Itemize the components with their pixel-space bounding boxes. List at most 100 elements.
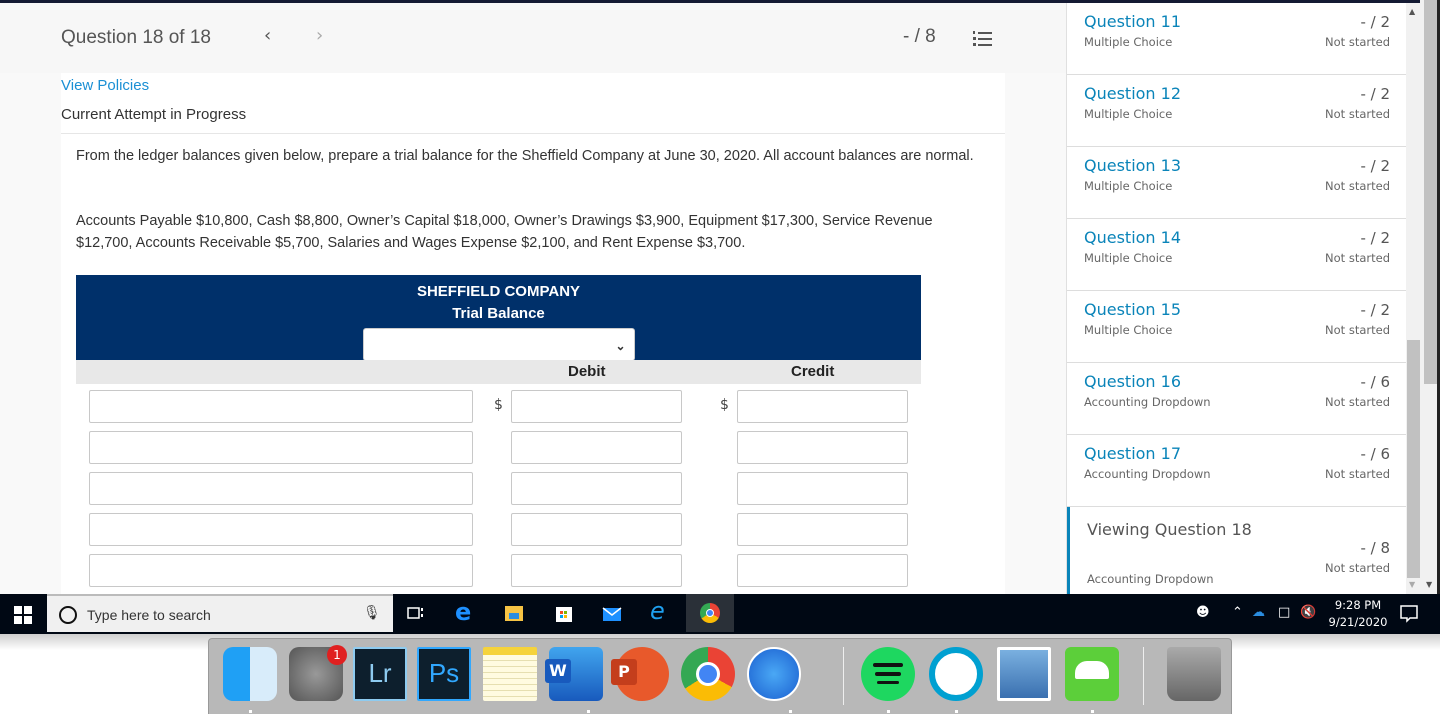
question-list-item[interactable]: Question 13 Multiple Choice - / 2 Not st… [1067,147,1406,219]
previous-question-button[interactable]: ‹ [264,25,271,46]
account-title-input[interactable] [89,431,473,464]
powerpoint-icon[interactable]: P [611,647,669,701]
trash-icon[interactable] [1167,647,1221,701]
question-list-item[interactable]: Question 15 Multiple Choice - / 2 Not st… [1067,291,1406,363]
windows-taskbar: Type here to search 🎙 e e ☻ ⌃ ☁ □ 🔇 9:28… [0,594,1440,634]
search-placeholder: Type here to search [87,607,211,623]
edge-icon[interactable]: e [455,598,477,626]
account-title-input[interactable] [89,554,473,587]
credit-input[interactable] [737,431,908,464]
preview-icon[interactable] [997,647,1051,701]
page-scrollbar-thumb[interactable] [1424,0,1437,384]
spotify-icon[interactable] [861,647,915,701]
people-icon[interactable]: ☻ [1196,605,1210,620]
question-status: Not started [1325,561,1390,575]
onedrive-icon[interactable]: ☁ [1252,605,1265,620]
internet-explorer-icon[interactable]: e [650,597,672,625]
windows-start-icon[interactable] [14,606,32,624]
sidebar-scrollbar-thumb[interactable] [1407,340,1420,578]
question-list-item[interactable]: Question 12 Multiple Choice - / 2 Not st… [1067,75,1406,147]
taskbar-clock[interactable]: 9:28 PM 9/21/2020 [1322,597,1394,631]
system-preferences-icon[interactable]: 1 [289,645,347,701]
question-list-item[interactable]: Question 17 Accounting Dropdown - / 6 No… [1067,435,1406,507]
credit-input[interactable] [737,472,908,505]
current-question-item[interactable]: Viewing Question 18 Accounting Dropdown … [1067,507,1406,594]
next-question-button[interactable]: › [316,25,323,46]
store-icon[interactable] [553,602,575,624]
mail-icon[interactable] [601,602,623,624]
question-status: Not started [1325,467,1390,481]
finder-icon[interactable] [223,647,277,701]
debit-dollar-sign: $ [494,397,503,413]
question-header: Question 18 of 18 ‹ › - / 8 [0,3,1066,73]
chevron-left-icon: ‹ [264,25,272,46]
clock-date: 9/21/2020 [1328,615,1388,629]
question-type: Multiple Choice [1084,179,1173,193]
trial-balance-header: SHEFFIELD COMPANY Trial Balance ⌄ [76,275,921,361]
trial-balance-row [76,425,921,466]
question-status: Not started [1325,251,1390,265]
word-icon[interactable]: W [545,647,603,701]
account-title-input[interactable] [89,390,473,423]
debit-input[interactable] [511,431,682,464]
cloud-desktop-icon[interactable] [1065,647,1119,701]
question-list-item[interactable]: Question 16 Accounting Dropdown - / 6 No… [1067,363,1406,435]
microphone-icon[interactable]: 🎙 [363,605,381,621]
debit-input[interactable] [511,554,682,587]
account-title-input[interactable] [89,513,473,546]
question-status: Not started [1325,35,1390,49]
account-title-input[interactable] [89,472,473,505]
credit-input[interactable] [737,390,908,423]
credit-input[interactable] [737,513,908,546]
question-list-sidebar: Question 11 Multiple Choice - / 2 Not st… [1066,3,1406,594]
view-policies-link[interactable]: View Policies [61,77,149,94]
notifications-icon[interactable] [1398,602,1420,624]
mac-dock: 1 Lr Ps W P [208,638,1232,714]
question-type: Multiple Choice [1084,107,1173,121]
question-name: Question 16 [1084,372,1182,391]
running-indicator [887,710,890,713]
question-status: Not started [1325,395,1390,409]
photoshop-icon[interactable]: Ps [417,647,471,701]
date-select[interactable]: ⌄ [362,328,635,361]
ledger-balances-text: Accounts Payable $10,800, Cash $8,800, O… [76,213,933,251]
network-icon[interactable]: □ [1278,605,1290,620]
scroll-down-icon[interactable]: ▼ [1409,580,1415,589]
chevron-down-icon: ⌄ [615,339,626,353]
scroll-up-icon[interactable]: ▲ [1409,7,1415,16]
file-explorer-icon[interactable] [503,602,525,624]
debit-input[interactable] [511,472,682,505]
question-list-item[interactable]: Question 14 Multiple Choice - / 2 Not st… [1067,219,1406,291]
debit-input[interactable] [511,390,682,423]
question-list-item[interactable]: Question 11 Multiple Choice - / 2 Not st… [1067,3,1406,75]
chrome-icon [700,603,720,623]
question-content: View Policies Current Attempt in Progres… [61,73,1005,594]
webex-icon[interactable] [929,647,983,701]
question-type: Accounting Dropdown [1087,572,1214,586]
trial-balance-row [76,548,921,589]
lightroom-icon[interactable]: Lr [353,647,407,701]
question-type: Accounting Dropdown [1084,395,1211,409]
question-name: Question 12 [1084,84,1182,103]
numbered-list-icon[interactable] [972,30,992,48]
question-points: - / 2 [1360,301,1390,319]
show-hidden-icons[interactable]: ⌃ [1232,605,1243,620]
taskbar-search-box[interactable]: Type here to search 🎙 [47,594,393,632]
debit-input[interactable] [511,513,682,546]
question-title: Question 18 of 18 [61,27,211,48]
question-name: Question 11 [1084,12,1182,31]
question-name: Question 15 [1084,300,1182,319]
volume-muted-icon[interactable]: 🔇 [1300,605,1316,620]
task-view-icon[interactable] [404,602,426,624]
question-status: Not started [1325,323,1390,337]
question-name: Viewing Question 18 [1087,520,1252,539]
question-points: - / 2 [1360,229,1390,247]
credit-input[interactable] [737,554,908,587]
safari-icon[interactable] [747,647,801,701]
chrome-dock-icon[interactable] [681,647,735,701]
page-scroll-down-icon[interactable]: ▼ [1426,580,1432,589]
chrome-taskbar-button[interactable] [686,594,734,632]
notes-icon[interactable] [483,647,537,701]
question-name: Question 17 [1084,444,1182,463]
running-indicator [587,710,590,713]
